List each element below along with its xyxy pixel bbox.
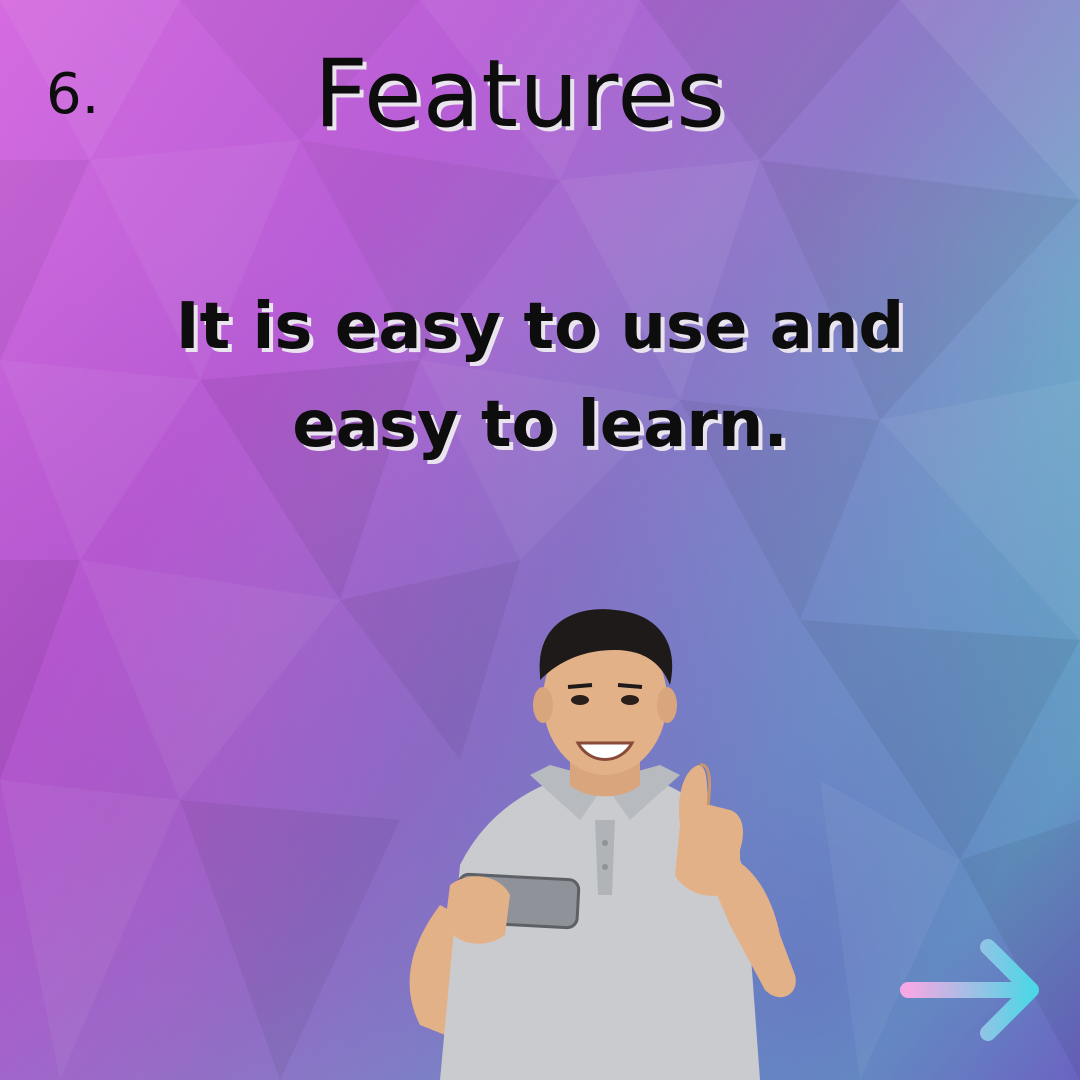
arrow-right-icon[interactable] — [896, 935, 1046, 1045]
feature-line-1: It is easy to use and — [175, 290, 905, 364]
feature-description: It is easy to use and easy to learn. — [0, 278, 1080, 474]
slide-canvas: 6. Features It is easy to use and easy t… — [0, 0, 1080, 1080]
man-thumbs-up-photo — [409, 609, 796, 1080]
slide-title: Features — [313, 40, 727, 149]
feature-line-2: easy to learn. — [292, 388, 788, 462]
